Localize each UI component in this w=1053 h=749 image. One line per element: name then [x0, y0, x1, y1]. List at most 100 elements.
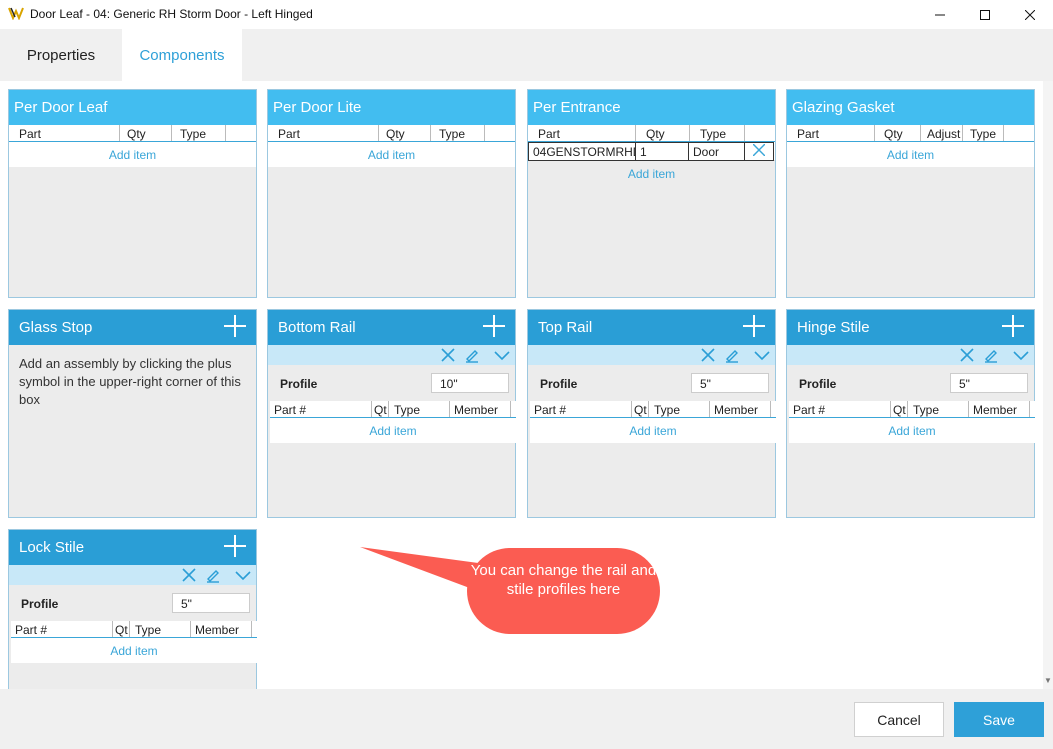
add-item-link[interactable]: Add item [268, 142, 515, 167]
tab-properties[interactable]: Properties [0, 29, 122, 81]
panel-title: Glazing Gasket [787, 90, 1034, 125]
app-logo-icon [8, 7, 24, 20]
type-cell[interactable]: Door [688, 142, 745, 161]
panel-per-door-leaf: Per Door Leaf Part Qty Type Add item [8, 89, 257, 298]
dialog-footer: Cancel Save [0, 689, 1053, 749]
panel-title: Top Rail [538, 319, 593, 336]
chevron-down-icon[interactable] [754, 347, 770, 363]
add-assembly-plus-icon[interactable] [483, 315, 505, 337]
edit-icon[interactable] [983, 347, 999, 363]
panel-per-entrance: Per Entrance Part Qty Type 04GENSTORMRHD… [527, 89, 776, 298]
add-item-link[interactable]: Add item [11, 638, 257, 663]
profile-field[interactable]: 5" [950, 373, 1028, 393]
save-button[interactable]: Save [954, 702, 1044, 737]
profile-field[interactable]: 10" [431, 373, 509, 393]
panel-glass-stop: Glass Stop Add an assembly by clicking t… [8, 309, 257, 518]
col-qty: Qt [893, 403, 906, 417]
delete-icon[interactable] [959, 347, 975, 363]
add-item-link[interactable]: Add item [528, 161, 775, 186]
col-member: Member [714, 403, 759, 417]
add-item-link[interactable]: Add item [789, 418, 1035, 443]
annotation-callout: You can change the rail and stile profil… [467, 548, 660, 634]
col-type: Type [913, 403, 940, 417]
scroll-down-arrow-icon[interactable]: ▼ [1044, 676, 1052, 685]
panel-title: Per Door Leaf [9, 90, 256, 125]
col-part: Part [797, 127, 820, 141]
add-assembly-plus-icon[interactable] [743, 315, 765, 337]
col-member: Member [454, 403, 499, 417]
grid-header: Part Qty Type [268, 125, 515, 142]
col-type: Type [135, 623, 162, 637]
col-qty: Qty [386, 127, 405, 141]
col-type: Type [394, 403, 421, 417]
part-cell[interactable]: 04GENSTORMRHD [528, 142, 641, 161]
profile-row: Profile 5" [9, 585, 256, 621]
add-item-link[interactable]: Add item [530, 418, 776, 443]
panel-title: Per Door Lite [268, 90, 515, 125]
add-assembly-plus-icon[interactable] [1002, 315, 1024, 337]
minimize-icon [935, 14, 945, 15]
grid-header: Part Qty Adjust Type [787, 125, 1034, 142]
chevron-down-icon[interactable] [494, 347, 510, 363]
table-row: 04GENSTORMRHD 1 Door [528, 142, 775, 161]
col-adjust: Adjust [927, 127, 961, 141]
panel-title: Hinge Stile [797, 319, 870, 336]
delete-icon[interactable] [700, 347, 716, 363]
delete-icon[interactable] [440, 347, 456, 363]
chevron-down-icon[interactable] [1013, 347, 1029, 363]
cancel-button[interactable]: Cancel [854, 702, 944, 737]
profile-field[interactable]: 5" [691, 373, 769, 393]
panel-title: Glass Stop [19, 319, 93, 336]
panel-bottom-rail: Bottom Rail Profile 10" Part # Qt Type M… [267, 309, 516, 518]
panel-title: Bottom Rail [278, 319, 356, 336]
grid-header: Part # Qt Type Member [530, 401, 776, 418]
col-part: Part [278, 127, 301, 141]
profile-row: Profile 10" [268, 365, 515, 401]
grid-header: Part # Qt Type Member [11, 621, 257, 638]
delete-icon[interactable] [181, 567, 197, 583]
edit-icon[interactable] [205, 567, 221, 583]
panel-lock-stile: Lock Stile Profile 5" Part # Qt Type Mem… [8, 529, 257, 689]
col-type: Type [654, 403, 681, 417]
close-window-button[interactable] [1007, 0, 1053, 29]
add-assembly-plus-icon[interactable] [224, 535, 246, 557]
vertical-scrollbar[interactable] [1043, 81, 1053, 689]
add-item-link[interactable]: Add item [787, 142, 1034, 167]
col-part: Part [538, 127, 561, 141]
profile-field[interactable]: 5" [172, 593, 250, 613]
tab-components[interactable]: Components [122, 29, 242, 81]
profile-label: Profile [540, 377, 578, 391]
minimize-button[interactable] [917, 0, 963, 29]
window-title: Door Leaf - 04: Generic RH Storm Door - … [30, 7, 313, 21]
add-item-link[interactable]: Add item [270, 418, 516, 443]
grid-header: Part Qty Type [9, 125, 256, 142]
assembly-toolbar [787, 345, 1034, 365]
close-icon [1025, 9, 1035, 20]
assembly-toolbar [9, 565, 256, 585]
chevron-down-icon[interactable] [235, 567, 251, 583]
panel-hinge-stile: Hinge Stile Profile 5" Part # Qt Type Me… [786, 309, 1035, 518]
add-assembly-plus-icon[interactable] [224, 315, 246, 337]
col-type: Type [700, 127, 727, 141]
empty-hint: Add an assembly by clicking the plus sym… [19, 356, 241, 407]
edit-icon[interactable] [464, 347, 480, 363]
col-qty: Qt [374, 403, 387, 417]
panel-glazing-gasket: Glazing Gasket Part Qty Adjust Type Add … [786, 89, 1035, 298]
col-qty: Qt [634, 403, 647, 417]
close-icon [752, 143, 766, 157]
title-bar: Door Leaf - 04: Generic RH Storm Door - … [0, 0, 1053, 29]
add-item-link[interactable]: Add item [9, 142, 256, 167]
col-part: Part [19, 127, 42, 141]
qty-cell[interactable]: 1 [635, 142, 689, 161]
maximize-button[interactable] [962, 0, 1008, 29]
grid-header: Part Qty Type [528, 125, 775, 142]
col-qty: Qty [646, 127, 665, 141]
assembly-toolbar [268, 345, 515, 365]
edit-icon[interactable] [724, 347, 740, 363]
delete-row-button[interactable] [744, 142, 774, 161]
col-qty: Qty [127, 127, 146, 141]
assembly-toolbar [528, 345, 775, 365]
panel-title: Lock Stile [19, 539, 85, 556]
panel-per-door-lite: Per Door Lite Part Qty Type Add item [267, 89, 516, 298]
tab-bar: Properties Components [0, 29, 1053, 81]
